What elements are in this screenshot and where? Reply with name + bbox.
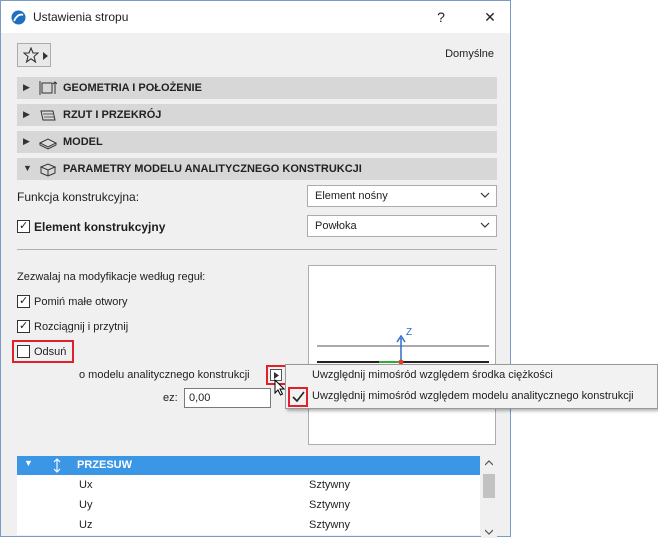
separator bbox=[17, 249, 497, 250]
row-axis: Ux bbox=[79, 479, 93, 491]
ez-label: ez: bbox=[163, 392, 178, 404]
scrollbar-thumb[interactable] bbox=[483, 474, 495, 498]
extend-trim-checkbox[interactable]: ✓ bbox=[17, 320, 30, 333]
section-analytical-model[interactable]: ▼ PARAMETRY MODELU ANALITYCZNEGO KONSTRU… bbox=[17, 158, 497, 180]
rules-heading: Zezwalaj na modyfikacje według reguł: bbox=[17, 271, 206, 283]
z-axis-label: Z bbox=[406, 327, 413, 338]
extend-trim-label: Rozciągnij i przytnij bbox=[34, 321, 129, 333]
scroll-up-icon bbox=[485, 460, 493, 466]
vertical-arrow-icon bbox=[53, 458, 61, 473]
arrow-right-icon bbox=[274, 372, 279, 379]
offset-checkbox[interactable] bbox=[17, 345, 30, 358]
row-value: Sztywny bbox=[309, 499, 350, 511]
row-value: Sztywny bbox=[309, 479, 350, 491]
expand-arrow-icon: ▶ bbox=[23, 136, 30, 146]
row-axis: Uz bbox=[79, 519, 93, 531]
window-title: Ustawienia stropu bbox=[33, 10, 129, 24]
row-axis: Uy bbox=[79, 499, 93, 511]
analytical-preview: Z bbox=[308, 265, 496, 445]
checkmark-icon: ✓ bbox=[19, 295, 29, 307]
section-model[interactable]: ▶ MODEL bbox=[17, 131, 497, 153]
section-geometry[interactable]: ▶ GEOMETRIA I POŁOŻENIE bbox=[17, 77, 497, 99]
checkmark-icon: ✓ bbox=[19, 220, 29, 232]
settings-dialog: Ustawienia stropu ? ✕ Domyślne ▶ GEOMETR… bbox=[0, 0, 511, 538]
favorites-button[interactable] bbox=[17, 43, 51, 67]
row-value: Sztywny bbox=[309, 519, 350, 531]
offset-mode-label: o modelu analitycznego konstrukcji bbox=[79, 369, 250, 381]
star-icon bbox=[23, 47, 39, 63]
menu-item-analytical-model[interactable]: Uwzględnij mimośród względem modelu anal… bbox=[287, 387, 656, 407]
table-row[interactable]: Ux Sztywny bbox=[17, 475, 480, 495]
ez-value: 0,00 bbox=[189, 392, 211, 404]
checkmark-icon: ✓ bbox=[19, 320, 29, 332]
structural-function-label: Funkcja konstrukcyjna: bbox=[17, 190, 140, 204]
title-bar: Ustawienia stropu ? ✕ bbox=[1, 1, 510, 33]
menu-item-label: Uwzględnij mimośród względem modelu anal… bbox=[312, 390, 634, 402]
section-label: GEOMETRIA I POŁOŻENIE bbox=[63, 82, 202, 94]
table-row[interactable]: Uy Sztywny bbox=[17, 495, 480, 515]
expand-arrow-icon: ▶ bbox=[23, 109, 30, 119]
help-button[interactable]: ? bbox=[426, 5, 456, 29]
section-floorplan[interactable]: ▶ RZUT I PRZEKRÓJ bbox=[17, 104, 497, 126]
close-button[interactable]: ✕ bbox=[475, 5, 505, 29]
structural-element-checkbox[interactable]: ✓ bbox=[17, 220, 30, 233]
ez-input[interactable]: 0,00 bbox=[184, 388, 271, 408]
checkmark-icon bbox=[292, 391, 305, 403]
table-header-translation[interactable]: ▼ PRZESUW bbox=[17, 456, 480, 475]
preview-diagram bbox=[317, 334, 489, 365]
chevron-down-icon bbox=[480, 192, 490, 198]
section-label: PARAMETRY MODELU ANALITYCZNEGO KONSTRUKC… bbox=[63, 163, 362, 175]
model-icon bbox=[39, 138, 57, 150]
offset-mode-menu: Uwzględnij mimośród względem środka cięż… bbox=[285, 364, 658, 409]
floorplan-icon bbox=[40, 110, 56, 121]
expand-arrow-icon: ▶ bbox=[23, 82, 30, 92]
dropdown-value: Element nośny bbox=[315, 190, 388, 202]
skip-small-openings-checkbox[interactable]: ✓ bbox=[17, 295, 30, 308]
scroll-down-icon bbox=[485, 529, 493, 535]
collapse-arrow-icon: ▼ bbox=[23, 163, 32, 173]
collapse-arrow-icon: ▼ bbox=[24, 458, 33, 468]
section-label: MODEL bbox=[63, 136, 103, 148]
defaults-label: Domyślne bbox=[445, 48, 494, 60]
section-label: RZUT I PRZEKRÓJ bbox=[63, 109, 162, 121]
table-scrollbar[interactable] bbox=[481, 456, 497, 538]
chevron-down-icon bbox=[480, 222, 490, 228]
dropdown-value: Powłoka bbox=[315, 220, 357, 232]
analytical-icon bbox=[39, 163, 57, 177]
arrow-right-icon bbox=[43, 52, 48, 60]
table-header-label: PRZESUW bbox=[77, 459, 132, 471]
table-row[interactable]: Uz Sztywny bbox=[17, 515, 480, 535]
app-logo-icon bbox=[11, 10, 26, 25]
menu-item-center-of-gravity[interactable]: Uwzględnij mimośród względem środka cięż… bbox=[287, 366, 656, 386]
structural-function-dropdown[interactable]: Element nośny bbox=[307, 185, 497, 207]
structural-element-dropdown[interactable]: Powłoka bbox=[307, 215, 497, 237]
offset-label: Odsuń bbox=[34, 346, 67, 358]
geometry-icon bbox=[39, 81, 57, 95]
structural-element-label: Element konstrukcyjny bbox=[34, 220, 166, 234]
menu-item-label: Uwzględnij mimośród względem środka cięż… bbox=[312, 369, 553, 381]
skip-small-openings-label: Pomiń małe otwory bbox=[34, 296, 128, 308]
